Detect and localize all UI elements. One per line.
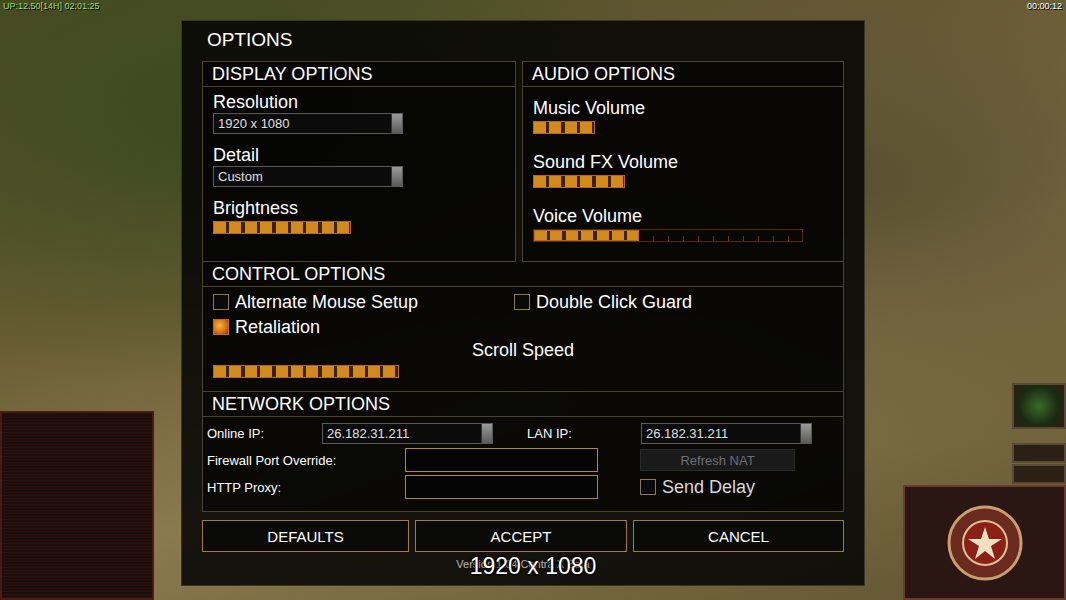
detail-dropdown[interactable]: Custom: [213, 166, 403, 187]
display-options-panel: DISPLAY OPTIONS Resolution1920 x 1080 Deta…: [202, 61, 516, 262]
control-checkboxes: Alternate Mouse Setup Double Click Guard R…: [203, 287, 843, 338]
volume-slider-track[interactable]: [533, 175, 803, 188]
control-options-panel: CONTROL OPTIONS Alternate Mouse Setup Doub…: [202, 262, 844, 392]
china-emblem-icon: [945, 503, 1025, 583]
control-checkbox-label: Double Click Guard: [536, 292, 692, 313]
volume-slider-track[interactable]: [533, 121, 803, 134]
online-ip-dropdown[interactable]: 26.182.31.211: [322, 423, 493, 444]
volume-label: Voice Volume: [533, 205, 833, 227]
detail-dropdown-arrow-icon[interactable]: [391, 167, 402, 186]
lan-ip-dropdown-arrow-icon[interactable]: [800, 424, 811, 443]
control-checkbox-box[interactable]: [514, 294, 530, 310]
online-ip-label: Online IP:: [207, 426, 322, 441]
detail-dropdown-value: Custom: [214, 167, 391, 186]
network-options-panel: NETWORK OPTIONSOnline IP:26.182.31.211LA…: [202, 392, 844, 512]
control-checkbox[interactable]: Double Click Guard: [514, 291, 833, 313]
brightness-label: Brightness: [213, 197, 505, 219]
audio-heading: AUDIO OPTIONS: [523, 62, 843, 87]
scroll-down-button[interactable]: [1012, 443, 1066, 463]
dialog-button[interactable]: DEFAULTS: [202, 520, 409, 552]
network-heading: NETWORK OPTIONS: [203, 392, 843, 417]
hud-status: UP:12.50[14H] 02:01:25: [3, 1, 100, 11]
network-body: Online IP:26.182.31.211LAN IP:26.182.31.…: [203, 417, 843, 499]
send-delay-checkbox[interactable]: Send Delay: [640, 476, 795, 498]
dialog-title: OPTIONS: [202, 21, 844, 61]
dialog-button[interactable]: CANCEL: [633, 520, 844, 552]
control-heading: CONTROL OPTIONS: [203, 262, 843, 287]
resolution-label: Resolution: [213, 91, 505, 113]
audio-body: Music Volume Sound FX Volume Voice Volume: [523, 87, 843, 242]
scroll-speed-slider-fill: [213, 365, 399, 378]
rank-stars-button[interactable]: [1012, 464, 1066, 484]
scroll-speed-slider-track[interactable]: [213, 365, 483, 378]
online-ip-dropdown-value: 26.182.31.211: [323, 424, 481, 443]
send-delay-checkbox-label: Send Delay: [662, 477, 755, 498]
volume-label: Sound FX Volume: [533, 151, 833, 173]
proxy-label: HTTP Proxy:: [207, 480, 405, 495]
control-checkbox[interactable]: Alternate Mouse Setup: [213, 291, 514, 313]
volume-slider-fill: [533, 175, 625, 188]
lan-ip-dropdown-value: 26.182.31.211: [642, 424, 800, 443]
proxy-input[interactable]: [405, 475, 598, 499]
control-checkbox-box[interactable]: [213, 319, 229, 335]
firewall-label: Firewall Port Override:: [207, 453, 405, 468]
display-heading: DISPLAY OPTIONS: [203, 62, 515, 87]
online-ip-dropdown-arrow-icon[interactable]: [481, 424, 492, 443]
network-grid: Firewall Port Override: Refresh NAT HTTP P…: [207, 448, 839, 499]
top-panels: DISPLAY OPTIONS Resolution1920 x 1080 Deta…: [202, 61, 844, 262]
radar-panel: [903, 485, 1066, 600]
send-delay-checkbox-box[interactable]: [640, 479, 656, 495]
brightness-slider-fill: [213, 221, 351, 234]
control-checkbox-label: Retaliation: [235, 317, 320, 338]
dialog-button[interactable]: ACCEPT: [415, 520, 627, 552]
lan-ip-label: LAN IP:: [527, 426, 641, 441]
general-emblem-button[interactable]: [1012, 383, 1066, 429]
control-checkbox[interactable]: Retaliation: [213, 316, 514, 338]
unit-info-panel: [0, 411, 154, 600]
detail-label: Detail: [213, 144, 505, 166]
dialog-buttons: DEFAULTSACCEPTCANCEL: [202, 520, 844, 552]
display-body: Resolution1920 x 1080 DetailCustom Brightn…: [203, 87, 515, 234]
resolution-dropdown[interactable]: 1920 x 1080: [213, 113, 403, 134]
volume-slider-fill: [534, 230, 639, 241]
scroll-speed-label: Scroll Speed: [203, 340, 843, 361]
resolution-dropdown-value: 1920 x 1080: [214, 114, 391, 133]
control-checkbox-box[interactable]: [213, 294, 229, 310]
volume-slider-track[interactable]: [533, 229, 803, 242]
volume-slider-fill: [533, 121, 595, 134]
brightness-slider-track[interactable]: [213, 221, 483, 234]
options-dialog: OPTIONSDISPLAY OPTIONSResolution1920 x 1…: [181, 20, 865, 586]
ip-row: Online IP:26.182.31.211LAN IP:26.182.31.…: [207, 423, 839, 444]
resolution-overlay: 1920 x 1080: [0, 553, 1066, 580]
lan-ip-dropdown[interactable]: 26.182.31.211: [641, 423, 812, 444]
volume-label: Music Volume: [533, 97, 833, 119]
firewall-input[interactable]: [405, 448, 598, 472]
audio-options-panel: AUDIO OPTIONS Music Volume Sound FX Volume…: [522, 61, 844, 262]
refresh-nat-button[interactable]: Refresh NAT: [640, 449, 795, 471]
resolution-dropdown-arrow-icon[interactable]: [391, 114, 402, 133]
version-text: Version 1.04 Contra X Beta: [202, 558, 844, 570]
control-checkbox-label: Alternate Mouse Setup: [235, 292, 418, 313]
hud-timer: 00:00:12: [1027, 1, 1062, 11]
scroll-speed-wrap: [203, 361, 843, 390]
